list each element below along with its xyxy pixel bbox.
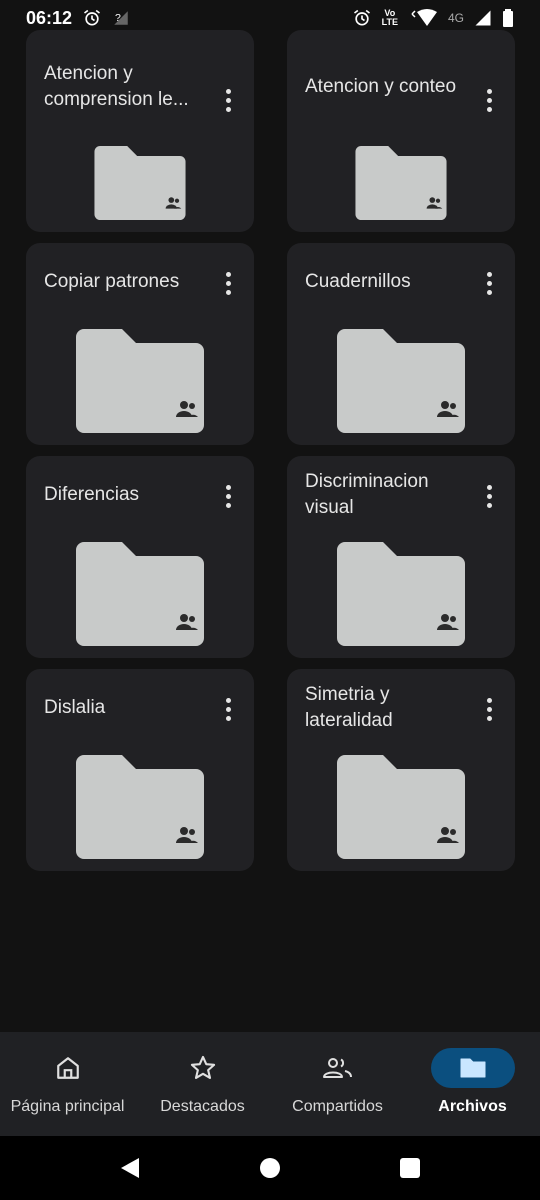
folder-card[interactable]: Cuadernillos	[287, 243, 515, 445]
nav-home[interactable]: Página principal	[0, 1032, 135, 1136]
nav-home-label: Página principal	[10, 1098, 125, 1115]
folder-title: Diferencias	[44, 484, 140, 505]
folder-card[interactable]: Discriminacion visual	[287, 456, 515, 658]
recents-icon	[400, 1158, 420, 1178]
folder-title: Simetria y lateralidad	[305, 684, 393, 731]
folder-card[interactable]: Atencion y conteo	[287, 30, 515, 232]
shared-folder-icon	[337, 755, 465, 859]
shared-folder-icon	[337, 329, 465, 433]
more-options-icon[interactable]	[216, 265, 240, 301]
folder-title: Cuadernillos	[305, 271, 411, 292]
people-icon	[296, 1048, 380, 1088]
folder-title: Copiar patrones	[44, 271, 180, 292]
folder-card[interactable]: Diferencias	[26, 456, 254, 658]
nav-shared-label: Compartidos	[292, 1098, 383, 1115]
shared-folder-icon	[337, 542, 465, 646]
folder-title: Atencion y conteo	[305, 76, 457, 97]
home-button[interactable]	[250, 1148, 290, 1188]
nav-starred-label: Destacados	[160, 1098, 245, 1115]
more-options-icon[interactable]	[216, 691, 240, 727]
folder-title: Dislalia	[44, 697, 106, 718]
folder-title: Discriminacion visual	[305, 471, 429, 518]
more-options-icon[interactable]	[477, 82, 501, 118]
recents-button[interactable]	[390, 1148, 430, 1188]
folder-title: Atencion y comprension le...	[44, 63, 189, 110]
more-options-icon[interactable]	[477, 478, 501, 514]
more-options-icon[interactable]	[477, 691, 501, 727]
more-options-icon[interactable]	[477, 265, 501, 301]
folder-icon	[430, 1048, 515, 1088]
folder-grid: Atencion y comprension le... Atencion y …	[0, 0, 540, 1032]
folder-card[interactable]: Dislalia	[26, 669, 254, 871]
shared-folder-icon	[76, 755, 204, 859]
star-icon	[161, 1048, 245, 1088]
more-options-icon[interactable]	[216, 82, 240, 118]
shared-folder-icon	[94, 146, 186, 220]
shared-folder-icon	[76, 329, 204, 433]
nav-files[interactable]: Archivos	[405, 1032, 540, 1136]
folder-card[interactable]: Atencion y comprension le...	[26, 30, 254, 232]
folder-card[interactable]: Copiar patrones	[26, 243, 254, 445]
folder-card[interactable]: Simetria y lateralidad	[287, 669, 515, 871]
bottom-navigation: Página principal Destacados Compartidos …	[0, 1032, 540, 1136]
nav-shared[interactable]: Compartidos	[270, 1032, 405, 1136]
shared-folder-icon	[355, 146, 447, 220]
home-circle-icon	[260, 1158, 280, 1178]
nav-starred[interactable]: Destacados	[135, 1032, 270, 1136]
back-button[interactable]	[110, 1148, 150, 1188]
nav-files-label: Archivos	[438, 1098, 507, 1115]
system-navigation-bar	[0, 1136, 540, 1200]
home-icon	[26, 1048, 110, 1088]
shared-folder-icon	[76, 542, 204, 646]
more-options-icon[interactable]	[216, 478, 240, 514]
back-icon	[121, 1158, 139, 1178]
